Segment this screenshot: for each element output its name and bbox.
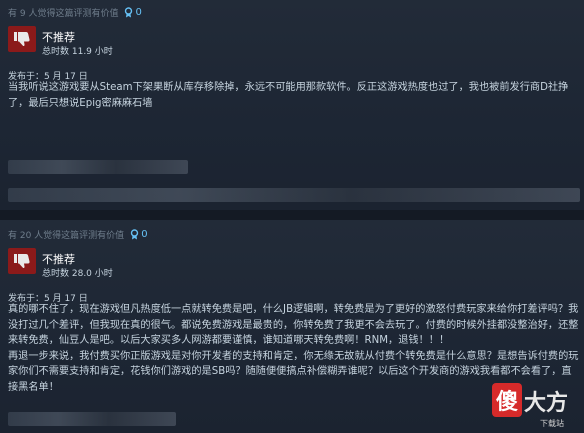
thumbs-down-icon [8,26,36,52]
playtime-hours: 总时数 11.9 小时 [42,47,113,57]
verdict-label: 不推荐 [42,253,75,266]
award-count-value: 0 [135,7,142,18]
award-count[interactable]: 0 [124,7,142,18]
review-text: 当我听说这游戏要从Steam下架果断从库存移除掉，永远不可能用那款软件。反正这游… [8,82,569,109]
watermark-small: 下载站 [540,419,564,428]
blurred-content [8,188,580,202]
blurred-content [8,412,176,426]
verdict-label: 不推荐 [42,31,75,44]
award-icon [125,7,133,18]
review-card-1: 有 9 人觉得这篇评测有价值 0 不推荐 总时数 11.9 小时 发布于：5 月… [0,0,584,210]
helpful-text: 有 9 人觉得这篇评测有价值 [8,9,119,19]
review-text: 真的哪不住了，现在游戏但凡热度低一点就转免费是吧，什么JB逻辑啊，转免费是为了更… [8,304,579,393]
blurred-content [8,160,188,174]
helpful-text: 有 20 人觉得这篇评测有价值 [8,231,125,241]
award-icon [130,229,139,240]
award-count-value: 0 [141,229,148,240]
helpful-row: 有 20 人觉得这篇评测有价值 0 [8,228,148,241]
watermark-main: 傻 [491,383,522,417]
site-watermark-logo: 傻 大方 下载站 [491,383,568,428]
helpful-row: 有 9 人觉得这篇评测有价值 0 [8,6,142,19]
playtime-hours: 总时数 28.0 小时 [42,269,113,279]
review-divider [0,210,584,220]
thumbs-down-icon [8,248,36,274]
watermark-rest: 大方 [523,391,568,416]
award-count[interactable]: 0 [130,229,148,240]
